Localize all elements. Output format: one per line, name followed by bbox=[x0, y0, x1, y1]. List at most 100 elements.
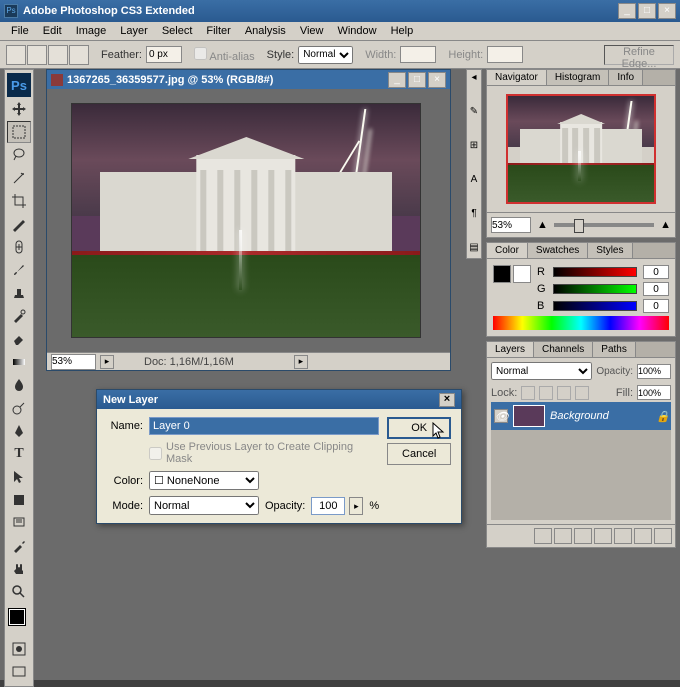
layer-row-background[interactable]: 👁 Background 🔒 bbox=[491, 402, 671, 430]
clone-stamp-tool[interactable] bbox=[7, 282, 31, 304]
zoom-arrow-icon[interactable]: ▸ bbox=[100, 355, 114, 369]
menu-image[interactable]: Image bbox=[69, 23, 114, 39]
opacity-input[interactable] bbox=[311, 497, 345, 515]
layers-list[interactable] bbox=[491, 430, 671, 520]
eyedropper-tool[interactable] bbox=[7, 535, 31, 557]
close-button[interactable]: × bbox=[658, 3, 676, 19]
lock-all-icon[interactable] bbox=[575, 386, 589, 400]
pen-tool[interactable] bbox=[7, 420, 31, 442]
doc-close-button[interactable]: × bbox=[428, 72, 446, 88]
move-tool[interactable] bbox=[7, 98, 31, 120]
menu-analysis[interactable]: Analysis bbox=[238, 23, 293, 39]
menu-help[interactable]: Help bbox=[384, 23, 421, 39]
blend-mode-select[interactable]: Normal bbox=[491, 362, 592, 380]
tab-layers[interactable]: Layers bbox=[487, 342, 534, 357]
group-icon[interactable] bbox=[614, 528, 632, 544]
menu-filter[interactable]: Filter bbox=[199, 23, 237, 39]
nav-zoom-input[interactable] bbox=[491, 217, 531, 233]
g-input[interactable] bbox=[643, 282, 669, 296]
selection-new-icon[interactable] bbox=[6, 45, 26, 65]
spectrum-bar[interactable] bbox=[493, 316, 669, 330]
type-tool[interactable]: T bbox=[7, 443, 31, 465]
paragraph-icon[interactable]: ¶ bbox=[467, 208, 481, 222]
layer-name-input[interactable] bbox=[149, 417, 379, 435]
fg-swatch[interactable] bbox=[493, 265, 511, 283]
eraser-tool[interactable] bbox=[7, 328, 31, 350]
layer-mask-icon[interactable] bbox=[574, 528, 592, 544]
adjustment-layer-icon[interactable] bbox=[594, 528, 612, 544]
menu-layer[interactable]: Layer bbox=[113, 23, 155, 39]
visibility-icon[interactable]: 👁 bbox=[494, 409, 508, 423]
selection-subtract-icon[interactable] bbox=[48, 45, 68, 65]
tab-histogram[interactable]: Histogram bbox=[547, 70, 610, 85]
panel-toggle-icon[interactable]: ◂ bbox=[467, 72, 481, 86]
lock-pos-icon[interactable] bbox=[557, 386, 571, 400]
layer-opacity-input[interactable] bbox=[637, 364, 671, 379]
color-select[interactable]: ☐ NoneNone bbox=[149, 471, 259, 490]
minimize-button[interactable]: _ bbox=[618, 3, 636, 19]
lock-pixels-icon[interactable] bbox=[539, 386, 553, 400]
selection-add-icon[interactable] bbox=[27, 45, 47, 65]
tab-swatches[interactable]: Swatches bbox=[528, 243, 588, 258]
fg-color-swatch[interactable] bbox=[9, 609, 25, 625]
path-selection-tool[interactable] bbox=[7, 466, 31, 488]
feather-input[interactable] bbox=[146, 46, 182, 63]
layer-comps-icon[interactable]: ▤ bbox=[467, 242, 481, 256]
healing-brush-tool[interactable] bbox=[7, 236, 31, 258]
zoom-out-icon[interactable]: ▲ bbox=[537, 219, 548, 231]
tab-info[interactable]: Info bbox=[609, 70, 643, 85]
selection-intersect-icon[interactable] bbox=[69, 45, 89, 65]
menu-view[interactable]: View bbox=[293, 23, 331, 39]
r-input[interactable] bbox=[643, 265, 669, 279]
layer-thumbnail[interactable] bbox=[513, 405, 545, 427]
color-swatches[interactable] bbox=[7, 607, 31, 637]
delete-layer-icon[interactable] bbox=[654, 528, 672, 544]
link-layers-icon[interactable] bbox=[534, 528, 552, 544]
ps-logo-icon[interactable]: Ps bbox=[7, 73, 31, 97]
menu-window[interactable]: Window bbox=[330, 23, 383, 39]
zoom-input[interactable] bbox=[51, 354, 96, 370]
tab-color[interactable]: Color bbox=[487, 243, 528, 258]
zoom-slider[interactable] bbox=[554, 223, 654, 227]
brush-presets-icon[interactable]: ✎ bbox=[467, 106, 481, 120]
refine-edge-button[interactable]: Refine Edge... bbox=[604, 45, 674, 65]
b-slider[interactable] bbox=[553, 301, 637, 311]
hand-tool[interactable] bbox=[7, 558, 31, 580]
lock-trans-icon[interactable] bbox=[521, 386, 535, 400]
notes-tool[interactable] bbox=[7, 512, 31, 534]
info-arrow-icon[interactable]: ▸ bbox=[294, 355, 308, 369]
menu-edit[interactable]: Edit bbox=[36, 23, 69, 39]
lasso-tool[interactable] bbox=[7, 144, 31, 166]
opacity-arrow-icon[interactable]: ▸ bbox=[349, 497, 363, 515]
canvas[interactable] bbox=[71, 103, 421, 338]
ok-button[interactable]: OK bbox=[387, 417, 451, 439]
brush-tool[interactable] bbox=[7, 259, 31, 281]
mode-select[interactable]: Normal bbox=[149, 496, 259, 515]
tab-styles[interactable]: Styles bbox=[588, 243, 632, 258]
cancel-button[interactable]: Cancel bbox=[387, 443, 451, 465]
tab-paths[interactable]: Paths bbox=[593, 342, 636, 357]
navigator-thumbnail[interactable] bbox=[506, 94, 656, 204]
style-select[interactable]: Normal bbox=[298, 46, 353, 64]
tab-navigator[interactable]: Navigator bbox=[487, 70, 547, 85]
history-brush-tool[interactable] bbox=[7, 305, 31, 327]
dialog-close-button[interactable]: × bbox=[439, 393, 455, 407]
g-slider[interactable] bbox=[553, 284, 637, 294]
maximize-button[interactable]: □ bbox=[638, 3, 656, 19]
dodge-tool[interactable] bbox=[7, 397, 31, 419]
slice-tool[interactable] bbox=[7, 213, 31, 235]
fill-input[interactable] bbox=[637, 385, 671, 400]
b-input[interactable] bbox=[643, 299, 669, 313]
doc-minimize-button[interactable]: _ bbox=[388, 72, 406, 88]
crop-tool[interactable] bbox=[7, 190, 31, 212]
document-titlebar[interactable]: 1367265_36359577.jpg @ 53% (RGB/8#) _ □ … bbox=[47, 70, 450, 89]
character-icon[interactable]: A bbox=[467, 174, 481, 188]
doc-maximize-button[interactable]: □ bbox=[408, 72, 426, 88]
gradient-tool[interactable] bbox=[7, 351, 31, 373]
layer-fx-icon[interactable] bbox=[554, 528, 572, 544]
quick-mask-tool[interactable] bbox=[7, 638, 31, 660]
menu-select[interactable]: Select bbox=[155, 23, 200, 39]
menu-file[interactable]: File bbox=[4, 23, 36, 39]
zoom-in-icon[interactable]: ▲ bbox=[660, 219, 671, 231]
marquee-tool[interactable] bbox=[7, 121, 31, 143]
